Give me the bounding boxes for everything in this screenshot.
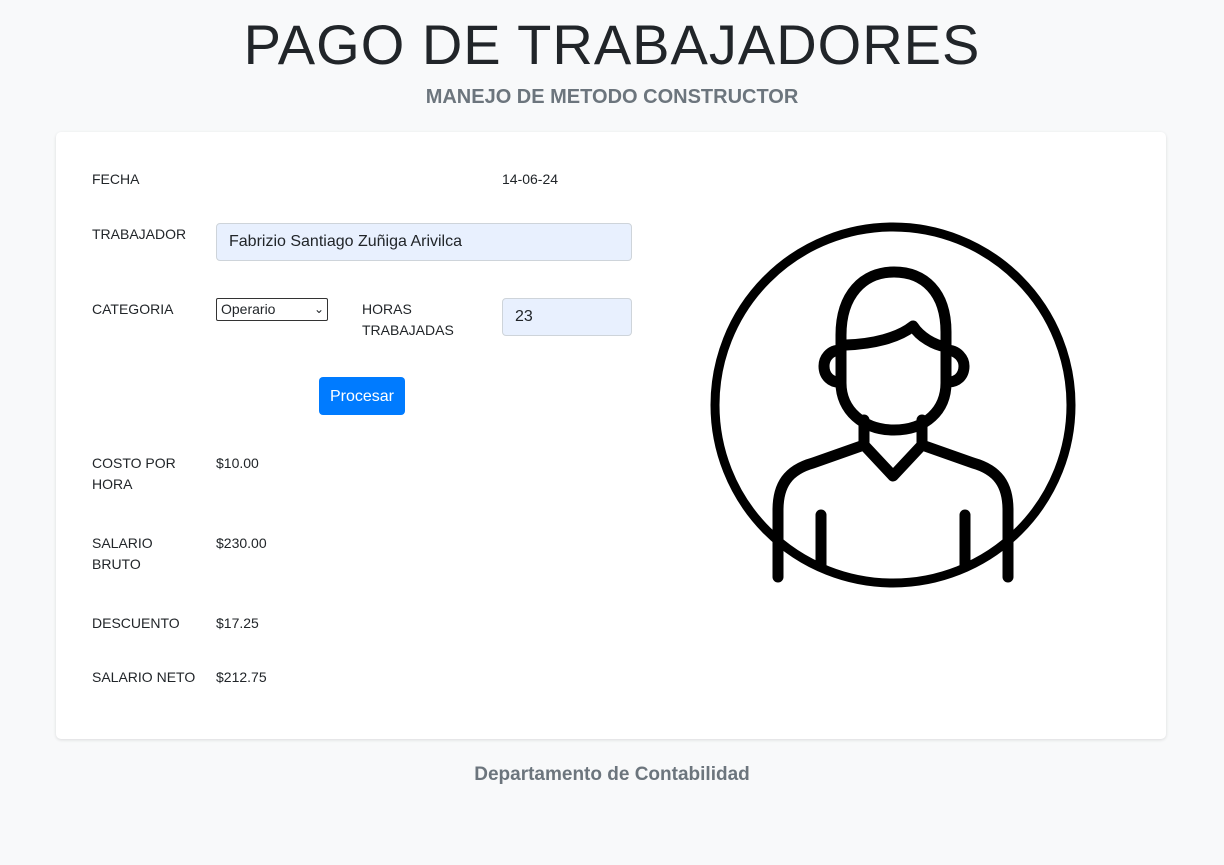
bruto-label: SALARIO BRUTO xyxy=(92,533,153,575)
costo-label: COSTO POR HORA xyxy=(92,453,176,495)
procesar-button[interactable]: Procesar xyxy=(319,377,405,415)
horas-label-line1: HORAS xyxy=(362,301,412,317)
bruto-label-line2: BRUTO xyxy=(92,556,141,572)
horas-input[interactable] xyxy=(502,298,632,336)
descuento-value: $17.25 xyxy=(216,615,259,631)
costo-value: $10.00 xyxy=(216,455,259,471)
neto-label: SALARIO NETO xyxy=(92,669,196,685)
costo-label-line2: HORA xyxy=(92,476,133,492)
trabajador-label: TRABAJADOR xyxy=(92,226,187,242)
categoria-label: CATEGORIA xyxy=(92,301,174,317)
fecha-label: FECHA xyxy=(92,171,140,187)
user-avatar-icon xyxy=(710,222,1076,588)
neto-value: $212.75 xyxy=(216,669,267,685)
payroll-card: FECHA 14-06-24 TRABAJADOR CATEGORIA Oper… xyxy=(56,132,1166,739)
fecha-value: 14-06-24 xyxy=(502,171,559,187)
footer-text: Departamento de Contabilidad xyxy=(474,764,750,785)
descuento-label: DESCUENTO xyxy=(92,615,180,631)
horas-label: HORAS TRABAJADAS xyxy=(362,299,454,341)
page-subtitle: MANEJO DE METODO CONSTRUCTOR xyxy=(425,86,799,108)
trabajador-input[interactable] xyxy=(216,223,632,261)
horas-label-line2: TRABAJADAS xyxy=(362,322,454,338)
costo-label-line1: COSTO POR xyxy=(92,455,176,471)
categoria-selected-value: Operario xyxy=(221,301,276,317)
bruto-value: $230.00 xyxy=(216,535,267,551)
chevron-down-icon: ⌄ xyxy=(313,302,324,316)
page-title: PAGO DE TRABAJADORES xyxy=(243,13,981,76)
categoria-select[interactable]: Operario ⌄ xyxy=(216,298,328,321)
bruto-label-line1: SALARIO xyxy=(92,535,153,551)
